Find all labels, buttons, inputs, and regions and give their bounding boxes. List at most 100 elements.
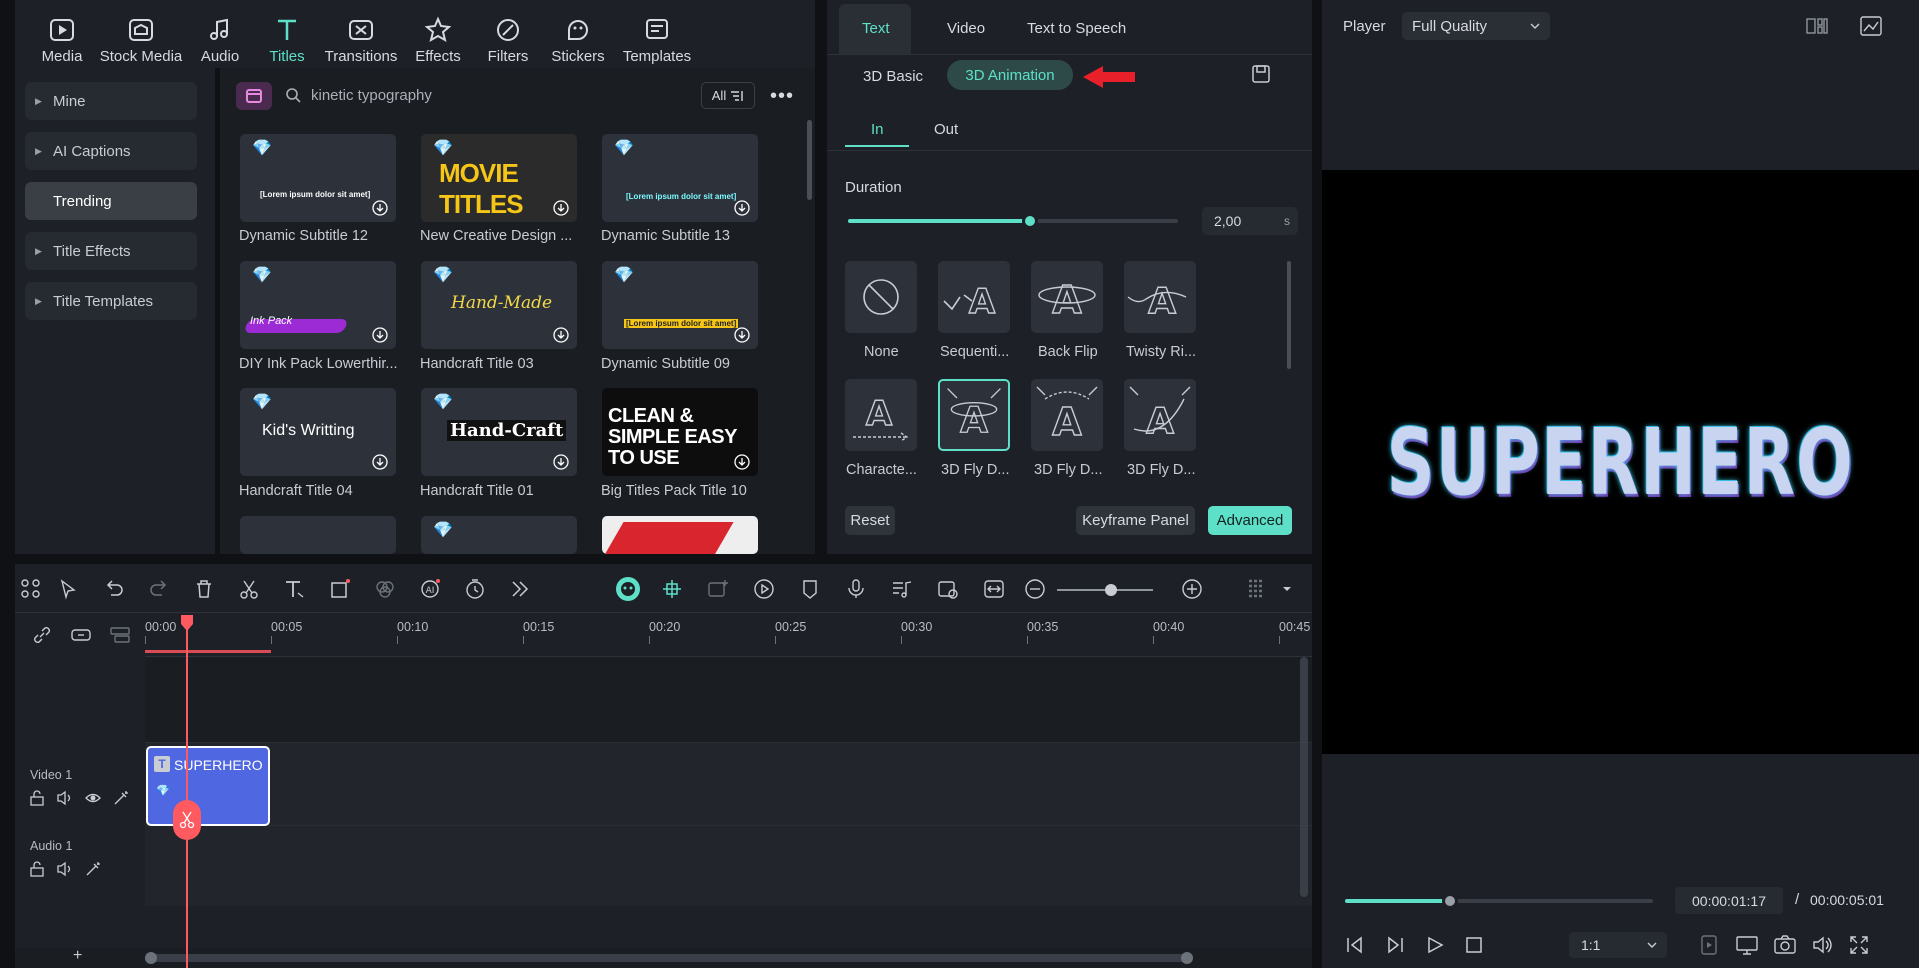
animation-3d-fly[interactable]: A	[1124, 379, 1196, 451]
quality-dropdown[interactable]: Full Quality	[1402, 12, 1550, 40]
ai-assistant-icon[interactable]	[615, 576, 641, 602]
tab-titles[interactable]: Titles	[255, 6, 319, 68]
magic-wand-icon[interactable]	[113, 790, 129, 806]
zoom-in-icon[interactable]	[1181, 578, 1203, 600]
render-preview-icon[interactable]	[1701, 935, 1717, 955]
sidebar-item-title-templates[interactable]: ▶ Title Templates	[25, 282, 197, 320]
sidebar-item-mine[interactable]: ▶ Mine	[25, 82, 197, 120]
lock-icon[interactable]	[29, 790, 45, 806]
visibility-eye-icon[interactable]	[85, 790, 101, 806]
lock-icon[interactable]	[29, 861, 45, 877]
download-icon[interactable]	[734, 454, 750, 470]
link-tracks-icon[interactable]	[70, 624, 92, 646]
playback-speed-icon[interactable]	[753, 578, 775, 600]
title-clip[interactable]: T SUPERHERO 💎	[146, 746, 270, 826]
title-thumbnail[interactable]: 💎 Hand-Made	[421, 261, 577, 349]
scrollbar-handle-left[interactable]	[145, 952, 157, 964]
download-icon[interactable]	[734, 327, 750, 343]
timeline-horizontal-scrollbar[interactable]	[145, 952, 1193, 964]
crop-icon[interactable]	[329, 578, 351, 600]
playhead-line[interactable]	[186, 616, 188, 968]
title-thumbnail[interactable]: 💎 Ink Pack	[240, 261, 396, 349]
timeline-ruler[interactable]: 00:00 00:05 00:10 00:15 00:20 00:25 00:30 00:35…	[145, 616, 1312, 656]
microphone-icon[interactable]	[845, 578, 867, 600]
select-tool-icon[interactable]	[58, 578, 80, 600]
render-icon[interactable]	[937, 578, 959, 600]
track-settings-icon[interactable]	[1247, 578, 1265, 600]
add-track-button[interactable]: +	[73, 947, 82, 965]
video-preview[interactable]: SUPERHERO	[1322, 170, 1919, 754]
subtab-3d-animation[interactable]: 3D Animation	[947, 60, 1073, 90]
keyframe-panel-button[interactable]: Keyframe Panel	[1076, 506, 1195, 535]
mute-icon[interactable]	[57, 861, 73, 877]
duration-slider[interactable]	[848, 213, 1178, 229]
scrollbar[interactable]	[807, 120, 812, 200]
animation-back-flip[interactable]: A	[1031, 261, 1103, 333]
title-thumbnail[interactable]: 💎 [Lorem ipsum dolor sit amet]	[602, 261, 758, 349]
duration-input[interactable]: 2,00 s	[1202, 207, 1298, 235]
play-icon[interactable]	[1426, 936, 1444, 954]
split-scissors-icon[interactable]	[238, 578, 260, 600]
layout-icon[interactable]	[20, 578, 42, 600]
animation-sequential[interactable]: A	[938, 261, 1010, 333]
reset-button[interactable]: Reset	[845, 506, 895, 535]
animation-3d-fly-selected[interactable]: A	[938, 379, 1010, 451]
tab-text[interactable]: Text	[862, 20, 890, 37]
download-icon[interactable]	[553, 454, 569, 470]
text-tool-icon[interactable]	[283, 578, 305, 600]
animation-twisty[interactable]: A	[1124, 261, 1196, 333]
speed-timer-icon[interactable]	[464, 578, 486, 600]
save-preset-icon[interactable]	[1251, 64, 1271, 84]
audio-track-lane[interactable]	[145, 826, 1312, 906]
auto-snap-icon[interactable]	[661, 578, 683, 600]
animation-none[interactable]	[845, 261, 917, 333]
advanced-button[interactable]: Advanced	[1208, 506, 1292, 535]
video-track-lane[interactable]	[145, 743, 1312, 825]
title-thumbnail[interactable]: CLEAN & SIMPLE EASY TO USE	[602, 388, 758, 476]
tab-transitions[interactable]: Transitions	[319, 6, 403, 68]
redo-icon[interactable]	[148, 578, 170, 600]
undo-icon[interactable]	[103, 578, 125, 600]
delete-icon[interactable]	[193, 578, 215, 600]
title-thumbnail[interactable]	[240, 516, 396, 554]
tab-in[interactable]: In	[871, 121, 884, 138]
title-thumbnail[interactable]: 💎	[421, 516, 577, 554]
scrollbar-handle-right[interactable]	[1181, 952, 1193, 964]
store-button[interactable]	[236, 82, 272, 110]
playback-progress-bar[interactable]	[1345, 893, 1653, 909]
fullscreen-icon[interactable]	[1850, 936, 1868, 954]
download-icon[interactable]	[372, 327, 388, 343]
volume-icon[interactable]	[1812, 935, 1834, 955]
download-icon[interactable]	[734, 200, 750, 216]
split-handle[interactable]	[173, 800, 201, 840]
filter-button[interactable]: All	[701, 82, 755, 109]
track-layout-icon[interactable]	[109, 624, 131, 646]
more-options-icon[interactable]: •••	[770, 86, 794, 106]
sidebar-item-trending[interactable]: Trending	[25, 182, 197, 220]
download-icon[interactable]	[553, 200, 569, 216]
download-icon[interactable]	[372, 454, 388, 470]
tab-filters[interactable]: Filters	[473, 6, 543, 68]
add-media-icon[interactable]	[707, 578, 729, 600]
title-thumbnail[interactable]: 💎 Hand-Craft	[421, 388, 577, 476]
tab-media[interactable]: Media	[27, 6, 97, 68]
tab-stickers[interactable]: Stickers	[543, 6, 613, 68]
tab-text-to-speech[interactable]: Text to Speech	[1027, 20, 1126, 37]
chevron-down-icon[interactable]	[1282, 586, 1292, 592]
tab-out[interactable]: Out	[934, 121, 958, 138]
zoom-slider-handle[interactable]	[1105, 584, 1117, 596]
display-settings-icon[interactable]	[1736, 935, 1758, 955]
tab-video[interactable]: Video	[947, 20, 985, 37]
animation-scrollbar[interactable]	[1287, 261, 1291, 369]
title-thumbnail[interactable]: 💎 Kid's Writting	[240, 388, 396, 476]
previous-frame-icon[interactable]	[1345, 936, 1365, 954]
tab-audio[interactable]: Audio	[185, 6, 255, 68]
more-tools-icon[interactable]	[509, 578, 531, 600]
download-icon[interactable]	[553, 327, 569, 343]
current-time[interactable]: 00:00:01:17	[1675, 887, 1783, 914]
stop-icon[interactable]	[1466, 937, 1482, 953]
grid-view-icon[interactable]	[1806, 17, 1828, 35]
tab-stock-media[interactable]: Stock Media	[97, 6, 185, 68]
ai-tool-icon[interactable]: AI	[419, 578, 441, 600]
aspect-ratio-dropdown[interactable]: 1:1	[1569, 932, 1667, 958]
